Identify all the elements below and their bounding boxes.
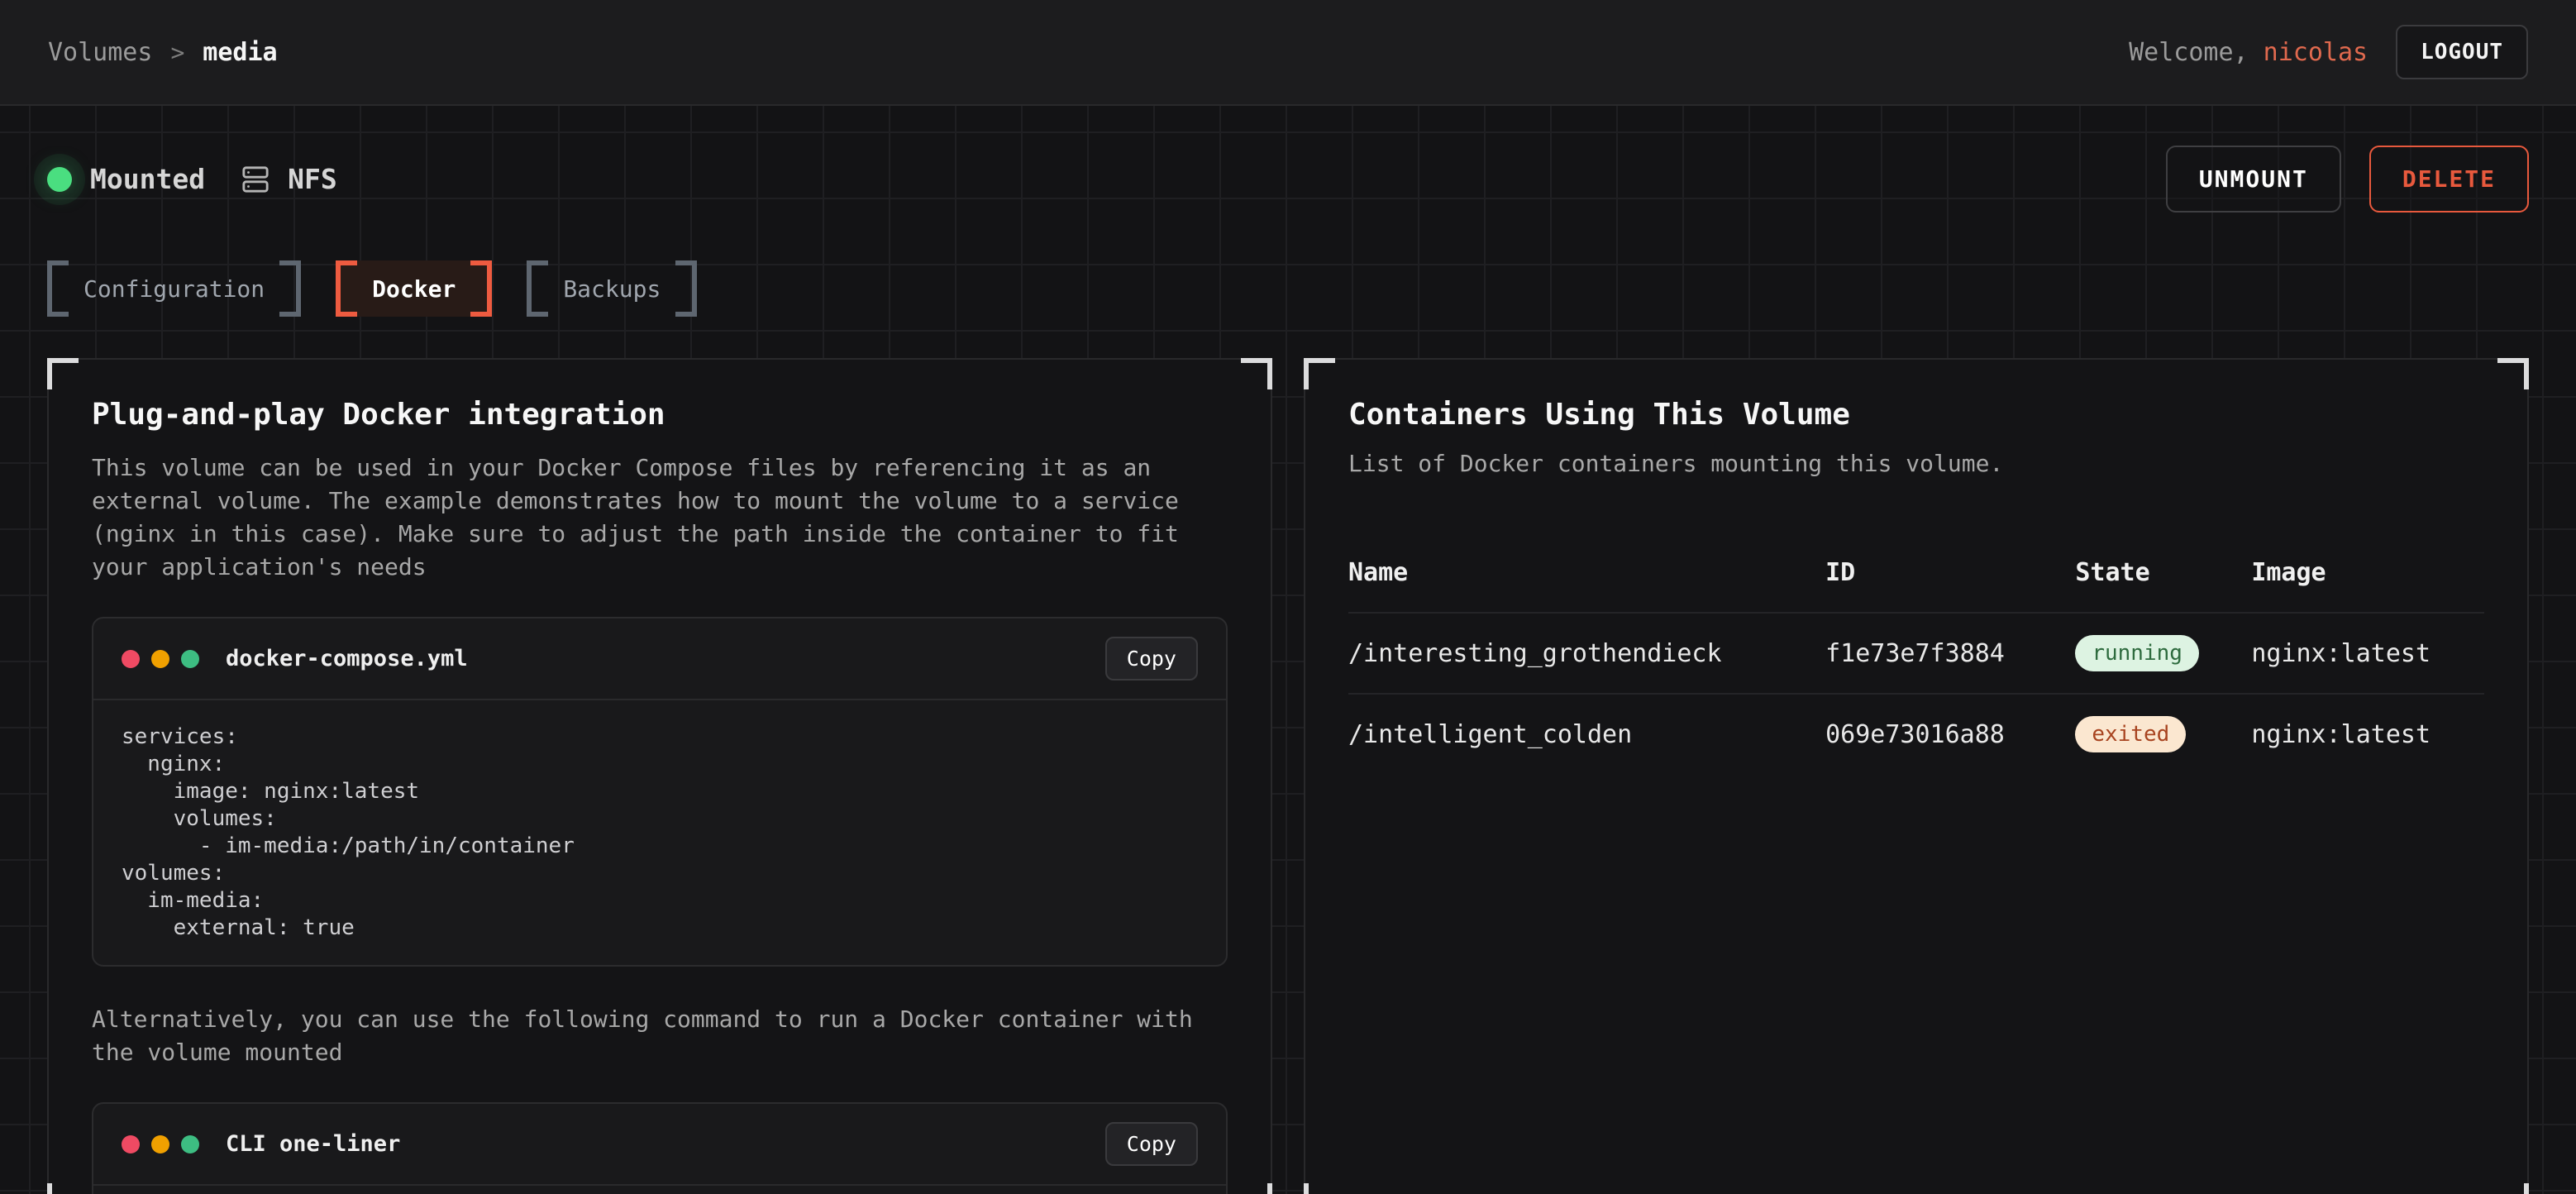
traffic-red-icon (122, 1135, 140, 1153)
cli-code-header: CLI one-liner Copy (93, 1104, 1226, 1186)
panel-corner-icon (2497, 1183, 2529, 1194)
status-badge: exited (2075, 716, 2186, 752)
panels-row: Plug-and-play Docker integration This vo… (47, 358, 2529, 1194)
compose-code-header: docker-compose.yml Copy (93, 618, 1226, 700)
panel-corner-icon (47, 358, 79, 389)
unmount-button[interactable]: UNMOUNT (2166, 146, 2341, 213)
panel-corner-icon (1304, 358, 1335, 389)
breadcrumb-separator-icon: > (170, 39, 184, 66)
docker-panel-description: This volume can be used in your Docker C… (92, 451, 1228, 584)
container-id: f1e73e7f3884 (1825, 618, 2075, 690)
container-id: 069e73016a88 (1825, 699, 2075, 771)
containers-table-header: Name ID State Image (1348, 537, 2484, 612)
volume-type-label: NFS (288, 163, 337, 195)
cli-code-block: CLI one-liner Copy docker run -v im-medi… (92, 1102, 1228, 1194)
top-bar: Volumes > media Welcome, nicolas LOGOUT (0, 0, 2576, 106)
container-state: running (2075, 614, 2251, 693)
breadcrumb-current-volume: media (203, 38, 277, 67)
panel-corner-icon (47, 1183, 79, 1194)
delete-button[interactable]: DELETE (2369, 146, 2529, 213)
mount-status: Mounted (47, 163, 205, 195)
container-state: exited (2075, 695, 2251, 774)
logout-button[interactable]: LOGOUT (2396, 25, 2528, 79)
compose-filename: docker-compose.yml (226, 646, 468, 671)
status-indicators: Mounted NFS (47, 163, 337, 195)
containers-panel-title: Containers Using This Volume (1348, 398, 2484, 432)
traffic-amber-icon (151, 650, 169, 668)
mounted-status-label: Mounted (90, 163, 205, 195)
copy-cli-button[interactable]: Copy (1105, 1122, 1198, 1166)
tab-configuration[interactable]: Configuration (47, 260, 301, 317)
copy-compose-button[interactable]: Copy (1105, 637, 1198, 681)
traffic-lights-icon (122, 1135, 199, 1153)
traffic-red-icon (122, 650, 140, 668)
container-name: /intelligent_colden (1348, 699, 1825, 771)
panel-corner-icon (1304, 1183, 1335, 1194)
status-badge: running (2075, 635, 2199, 671)
traffic-amber-icon (151, 1135, 169, 1153)
status-row: Mounted NFS UNMOUNT DELETE (47, 106, 2529, 213)
table-row: /intelligent_colden 069e73016a88 exited … (1348, 693, 2484, 774)
container-image: nginx:latest (2251, 618, 2484, 690)
docker-integration-panel: Plug-and-play Docker integration This vo… (47, 358, 1272, 1194)
topbar-right: Welcome, nicolas LOGOUT (2129, 25, 2528, 79)
cli-code: docker run -v im-media:/path/in/containe… (93, 1186, 1226, 1194)
server-icon (241, 165, 270, 193)
breadcrumb: Volumes > media (48, 38, 278, 67)
table-row: /interesting_grothendieck f1e73e7f3884 r… (1348, 612, 2484, 693)
panel-corner-icon (1241, 1183, 1272, 1194)
container-image: nginx:latest (2251, 699, 2484, 771)
breadcrumb-volumes-link[interactable]: Volumes (48, 38, 152, 67)
panel-corner-icon (2497, 358, 2529, 389)
cli-block-title: CLI one-liner (226, 1131, 400, 1157)
username: nicolas (2264, 38, 2368, 67)
traffic-green-icon (181, 1135, 199, 1153)
panel-corner-icon (1241, 358, 1272, 389)
cli-intro-text: Alternatively, you can use the following… (92, 1003, 1228, 1069)
volume-actions: UNMOUNT DELETE (2166, 146, 2529, 213)
compose-code: services: nginx: image: nginx:latest vol… (93, 700, 1226, 965)
traffic-lights-icon (122, 650, 199, 668)
volume-type: NFS (241, 163, 337, 195)
welcome-prefix: Welcome, (2129, 38, 2264, 67)
tab-docker[interactable]: Docker (336, 260, 492, 317)
main-content: Mounted NFS UNMOUNT DELETE Configurati (0, 106, 2576, 1194)
column-header-name: Name (1348, 537, 1825, 612)
column-header-id: ID (1825, 537, 2075, 612)
docker-panel-title: Plug-and-play Docker integration (92, 398, 1228, 432)
containers-panel-subtitle: List of Docker containers mounting this … (1348, 450, 2484, 477)
column-header-state: State (2075, 537, 2251, 612)
welcome-text: Welcome, nicolas (2129, 38, 2368, 67)
column-header-image: Image (2251, 537, 2484, 612)
compose-code-block: docker-compose.yml Copy services: nginx:… (92, 617, 1228, 967)
container-name: /interesting_grothendieck (1348, 618, 1825, 690)
tab-backups[interactable]: Backups (527, 260, 697, 317)
mounted-status-dot-icon (47, 167, 72, 192)
containers-table: Name ID State Image /interesting_grothen… (1348, 537, 2484, 774)
containers-panel: Containers Using This Volume List of Doc… (1304, 358, 2529, 1194)
traffic-green-icon (181, 650, 199, 668)
tab-bar: Configuration Docker Backups (47, 260, 2529, 317)
